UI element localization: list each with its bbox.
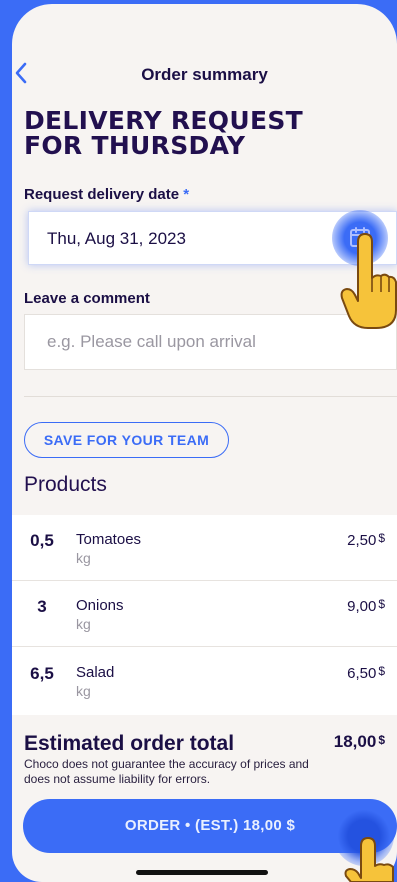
price-disclaimer: Choco does not guarantee the accuracy of… xyxy=(24,757,309,786)
delivery-date-label-text: Request delivery date xyxy=(24,186,180,203)
comment-label: Leave a comment xyxy=(24,290,150,307)
product-row[interactable]: 3 Onions kg 9,00 $ xyxy=(12,581,397,647)
currency-symbol: $ xyxy=(378,733,385,747)
save-for-team-button[interactable]: SAVE FOR YOUR TEAM xyxy=(24,422,229,458)
product-unit: kg xyxy=(76,616,91,632)
product-price: 2,50 $ xyxy=(347,531,385,549)
estimated-total-value: 18,00 $ xyxy=(334,732,385,752)
delivery-date-value: Thu, Aug 31, 2023 xyxy=(47,229,186,248)
product-price-value: 6,50 xyxy=(347,665,377,682)
product-name: Tomatoes xyxy=(76,531,142,548)
header: Order summary xyxy=(12,62,397,96)
products-list: 0,5 Tomatoes kg 2,50 $ 3 Onions kg 9,00 $ … xyxy=(12,515,397,715)
required-mark: * xyxy=(183,186,190,203)
currency-symbol: $ xyxy=(378,531,385,545)
product-name: Salad xyxy=(76,664,115,681)
product-price: 6,50 $ xyxy=(347,664,385,682)
home-indicator xyxy=(136,870,268,875)
delivery-date-label: Request delivery date * xyxy=(24,186,189,203)
product-unit: kg xyxy=(76,683,91,699)
product-price-value: 2,50 xyxy=(347,532,377,549)
product-row[interactable]: 6,5 Salad kg 6,50 $ xyxy=(12,648,397,714)
product-unit: kg xyxy=(76,550,91,566)
product-quantity: 0,5 xyxy=(30,531,54,550)
pointing-hand-icon xyxy=(344,837,394,882)
pointing-hand-icon xyxy=(340,233,397,329)
headline-line-1: DELIVERY REQUEST xyxy=(24,106,303,135)
currency-symbol: $ xyxy=(378,597,385,611)
product-price-value: 9,00 xyxy=(347,598,377,615)
product-row[interactable]: 0,5 Tomatoes kg 2,50 $ xyxy=(12,515,397,581)
app-screen: Order summary DELIVERY REQUEST FOR THURS… xyxy=(12,4,397,882)
product-name: Onions xyxy=(76,597,124,614)
products-heading: Products xyxy=(24,473,107,496)
page-title: Order summary xyxy=(141,65,268,84)
product-quantity: 6,5 xyxy=(30,664,54,683)
currency-symbol: $ xyxy=(378,664,385,678)
delivery-headline: DELIVERY REQUEST FOR THURSDAY xyxy=(24,108,344,158)
section-divider xyxy=(24,396,397,397)
headline-line-2: FOR THURSDAY xyxy=(24,131,246,160)
product-quantity: 3 xyxy=(37,597,47,616)
estimated-total-label: Estimated order total xyxy=(24,732,235,755)
product-price: 9,00 $ xyxy=(347,597,385,615)
total-amount: 18,00 xyxy=(333,732,377,751)
